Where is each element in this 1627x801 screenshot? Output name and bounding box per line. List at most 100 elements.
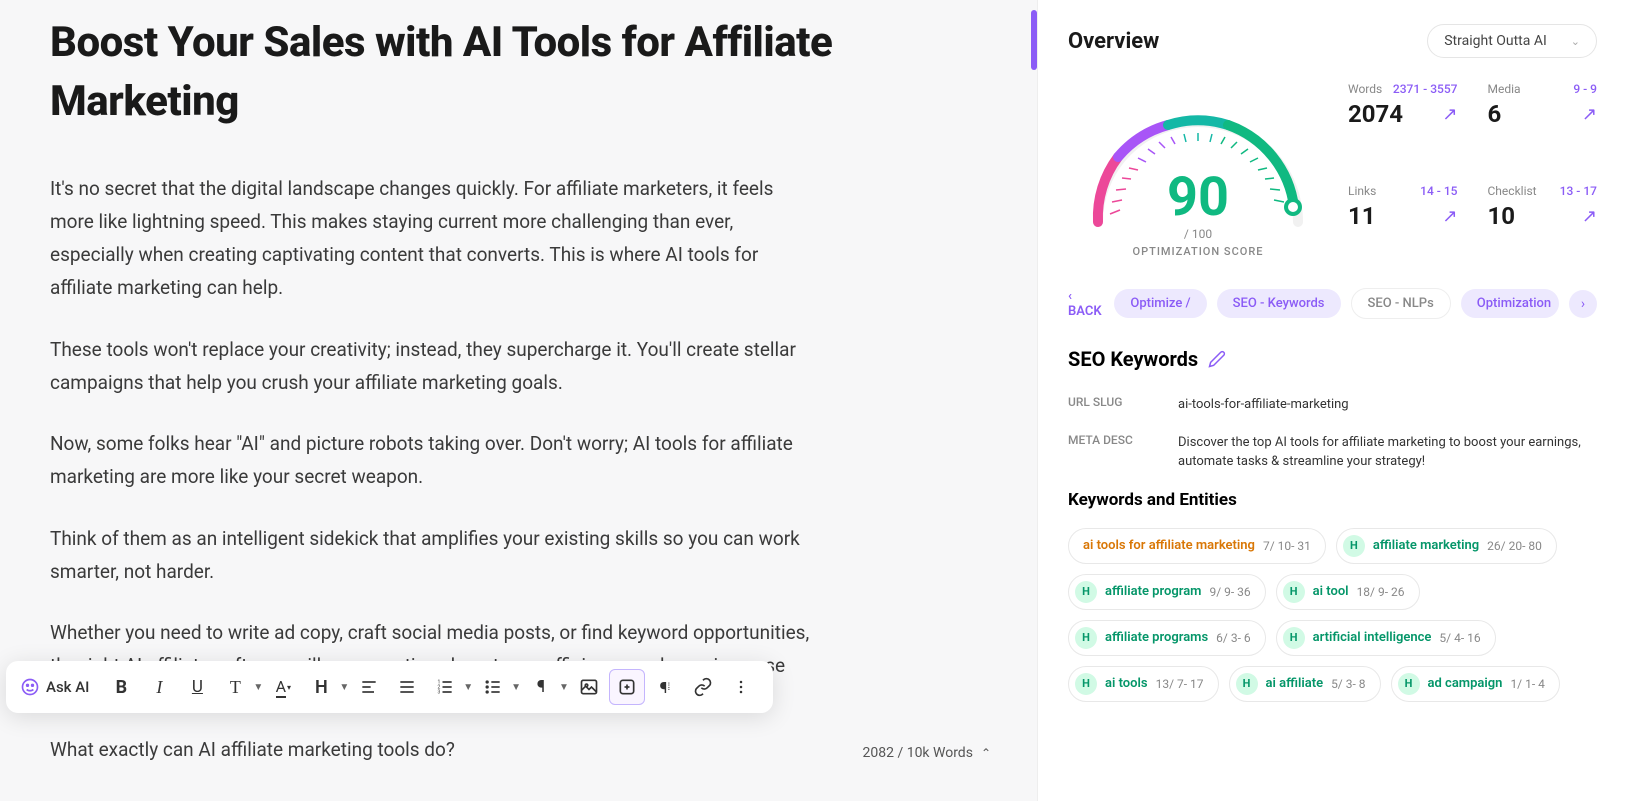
- url-slug-label: URL SLUG: [1068, 395, 1148, 415]
- heading-badge: H: [1236, 673, 1258, 695]
- arrow-up-right-icon: ↗: [1442, 206, 1457, 227]
- tab-optimize[interactable]: Optimize /: [1114, 289, 1206, 318]
- tab-optimization[interactable]: Optimization: [1461, 289, 1559, 318]
- stat-range: 13 - 17: [1560, 184, 1597, 198]
- heading-badge: H: [1343, 535, 1365, 557]
- keyword-name: affiliate marketing: [1373, 538, 1479, 553]
- keyword-count: 9/ 9- 36: [1209, 585, 1250, 599]
- nav-next-button[interactable]: ›: [1569, 290, 1597, 318]
- chevron-down-icon[interactable]: ▼: [559, 682, 569, 693]
- image-button[interactable]: [571, 669, 607, 705]
- align-justify-button[interactable]: [389, 669, 425, 705]
- keyword-count: 5/ 3- 8: [1331, 677, 1365, 691]
- arrow-up-right-icon: ↗: [1582, 206, 1597, 227]
- tab-seo-keywords[interactable]: SEO - Keywords: [1217, 289, 1341, 318]
- keyword-count: 18/ 9- 26: [1357, 585, 1405, 599]
- keyword-chips: ai tools for affiliate marketing7/ 10- 3…: [1068, 528, 1597, 702]
- document-title[interactable]: Boost Your Sales with AI Tools for Affil…: [50, 14, 981, 132]
- keyword-chip[interactable]: Haffiliate program9/ 9- 36: [1068, 574, 1266, 610]
- stat-value: 11: [1348, 202, 1376, 230]
- keyword-chip[interactable]: Hai affiliate 5/ 3- 8: [1229, 666, 1381, 702]
- score-label: OPTIMIZATION SCORE: [1068, 245, 1328, 258]
- editor-pane: Boost Your Sales with AI Tools for Affil…: [0, 0, 1031, 801]
- bullet-list-button[interactable]: [475, 669, 511, 705]
- overview-sidebar: Overview Straight Outta AI ⌄: [1037, 0, 1627, 801]
- text-format-button[interactable]: T: [217, 669, 253, 705]
- chevron-down-icon[interactable]: ▼: [339, 682, 349, 693]
- keyword-count: 5/ 4- 16: [1439, 631, 1480, 645]
- stat-media[interactable]: Media9 - 9 6↗: [1488, 82, 1598, 156]
- keyword-name: ai affiliate: [1266, 676, 1324, 691]
- overview-title: Overview: [1068, 29, 1159, 54]
- heading-button[interactable]: H: [303, 669, 339, 705]
- stat-checklist[interactable]: Checklist 13 - 17 10 ↗: [1488, 184, 1598, 258]
- ai-icon: [20, 677, 40, 697]
- keyword-count: 13/ 7- 17: [1156, 677, 1204, 691]
- keyword-name: artificial intelligence: [1313, 630, 1432, 645]
- document-body[interactable]: It's no secret that the digital landscap…: [50, 172, 810, 716]
- ask-ai-button[interactable]: Ask AI: [20, 677, 89, 697]
- link-button[interactable]: [685, 669, 721, 705]
- tab-nav: ‹ BACK Optimize / SEO - Keywords SEO - N…: [1068, 288, 1597, 319]
- chevron-down-icon[interactable]: ▼: [511, 682, 521, 693]
- project-dropdown[interactable]: Straight Outta AI ⌄: [1427, 24, 1597, 58]
- keyword-name: ai tool: [1313, 584, 1349, 599]
- keyword-name: affiliate programs: [1105, 630, 1208, 645]
- chevron-up-icon: ⌃: [981, 746, 991, 760]
- underline-button[interactable]: U: [179, 669, 215, 705]
- ask-ai-label: Ask AI: [46, 678, 89, 696]
- paragraph-direction-button[interactable]: ¶: [523, 669, 559, 705]
- keyword-count: 26/ 20- 80: [1487, 539, 1542, 553]
- keyword-chip[interactable]: Hai tools13/ 7- 17: [1068, 666, 1219, 702]
- keyword-name: ad campaign: [1428, 676, 1503, 691]
- arrow-up-right-icon: ↗: [1442, 104, 1457, 125]
- keyword-chip[interactable]: Hai tool18/ 9- 26: [1276, 574, 1420, 610]
- seo-keywords-title: SEO Keywords: [1068, 347, 1198, 371]
- edit-icon[interactable]: [1208, 350, 1226, 368]
- paragraph[interactable]: These tools won't replace your creativit…: [50, 333, 810, 400]
- word-count[interactable]: 2082 / 10k Words ⌃: [863, 745, 992, 761]
- stat-value: 10: [1488, 202, 1516, 230]
- keyword-chip[interactable]: Had campaign 1/ 1- 4: [1391, 666, 1560, 702]
- paragraph-question[interactable]: What exactly can AI affiliate marketing …: [50, 738, 455, 761]
- keyword-chip[interactable]: ai tools for affiliate marketing7/ 10- 3…: [1068, 528, 1326, 564]
- chevron-down-icon[interactable]: ▼: [463, 682, 473, 693]
- align-left-button[interactable]: [351, 669, 387, 705]
- chevron-down-icon: ⌄: [1571, 35, 1580, 48]
- meta-desc-value[interactable]: Discover the top AI tools for affiliate …: [1178, 433, 1597, 472]
- stat-label: Words: [1348, 82, 1382, 96]
- chevron-down-icon[interactable]: ▼: [253, 682, 263, 693]
- meta-desc-label: META DESC: [1068, 433, 1148, 472]
- stat-label: Links: [1348, 184, 1376, 198]
- heading-badge: H: [1075, 673, 1097, 695]
- stat-words[interactable]: Words 2371 - 3557 2074 ↗: [1348, 82, 1458, 156]
- keyword-chip[interactable]: Haffiliate programs6/ 3- 6: [1068, 620, 1266, 656]
- paragraph[interactable]: Think of them as an intelligent sidekick…: [50, 522, 810, 589]
- font-color-button[interactable]: A▾: [265, 669, 301, 705]
- keywords-title: Keywords and Entities: [1068, 490, 1597, 510]
- add-button[interactable]: [609, 669, 645, 705]
- bold-button[interactable]: B: [103, 669, 139, 705]
- keyword-chip[interactable]: Haffiliate marketing 26/ 20- 80: [1336, 528, 1557, 564]
- tab-seo-nlps[interactable]: SEO - NLPs: [1351, 288, 1451, 319]
- keyword-count: 1/ 1- 4: [1510, 677, 1544, 691]
- keyword-chip[interactable]: Hartificial intelligence5/ 4- 16: [1276, 620, 1496, 656]
- stat-value: 2074: [1348, 100, 1403, 128]
- url-slug-value[interactable]: ai-tools-for-affiliate-marketing: [1178, 395, 1349, 415]
- paragraph[interactable]: Now, some folks hear "AI" and picture ro…: [50, 427, 810, 494]
- ordered-list-button[interactable]: 123: [427, 669, 463, 705]
- paragraph[interactable]: It's no secret that the digital landscap…: [50, 172, 810, 305]
- heading-badge: H: [1398, 673, 1420, 695]
- more-options-button[interactable]: [723, 669, 759, 705]
- word-count-text: 2082 / 10k Words: [863, 745, 973, 761]
- stat-links[interactable]: Links14 - 15 11↗: [1348, 184, 1458, 258]
- stat-label: Checklist: [1488, 184, 1537, 198]
- italic-button[interactable]: I: [141, 669, 177, 705]
- keyword-name: ai tools for affiliate marketing: [1083, 538, 1255, 553]
- stat-range: 2371 - 3557: [1393, 82, 1458, 96]
- svg-text:3: 3: [438, 690, 441, 696]
- stat-value: 6: [1488, 100, 1502, 128]
- heading-badge: H: [1075, 581, 1097, 603]
- back-button[interactable]: ‹ BACK: [1068, 289, 1104, 319]
- paragraph-format-button[interactable]: ¶⁞: [647, 669, 683, 705]
